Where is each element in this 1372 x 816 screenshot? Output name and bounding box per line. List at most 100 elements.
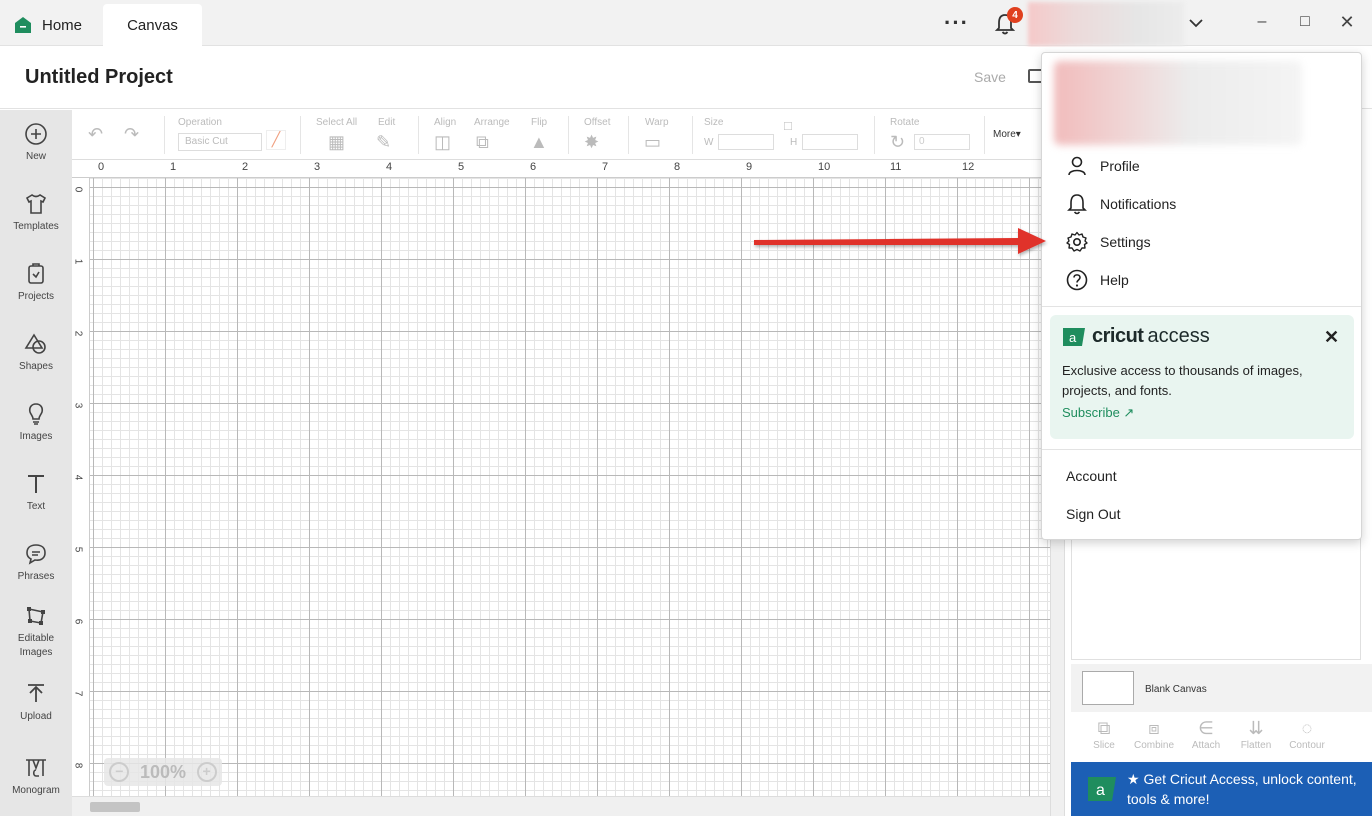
sidebar-item-monogram[interactable]: Monogram	[0, 756, 72, 798]
operation-select[interactable]: Basic Cut	[178, 133, 262, 151]
combine-icon: ⧈	[1148, 718, 1160, 738]
sidebar-item-label: Monogram	[12, 785, 60, 796]
sidebar-item-templates[interactable]: Templates	[0, 192, 72, 234]
toolbar-divider	[692, 116, 693, 154]
align-label: Align	[434, 117, 457, 128]
tab-home-label: Home	[42, 16, 83, 34]
more-options-icon[interactable]: ···	[944, 10, 969, 36]
sidebar-item-editable-images[interactable]: Editable Images	[0, 604, 72, 660]
ruler-tick-label: 5	[72, 546, 84, 553]
slice-label: Slice	[1093, 740, 1115, 751]
paperclip-icon: ∈	[1198, 718, 1214, 738]
width-input[interactable]	[718, 134, 774, 150]
select-all-icon[interactable]: ▦	[328, 132, 345, 153]
more-toolbar-button[interactable]: More▾	[993, 129, 1021, 140]
flatten-icon: ⇊	[1248, 718, 1264, 738]
user-account-blurred[interactable]	[1028, 2, 1184, 46]
blank-canvas-row[interactable]: Blank Canvas	[1071, 664, 1372, 712]
zoom-out-button[interactable]: −	[109, 762, 130, 782]
tab-canvas[interactable]: Canvas	[103, 4, 202, 46]
lock-icon[interactable]: □	[784, 118, 792, 133]
combine-button[interactable]: ⧈ Combine	[1129, 718, 1179, 751]
scrollbar-thumb[interactable]	[90, 802, 140, 812]
speech-bubble-icon	[26, 544, 46, 565]
menu-divider	[1042, 306, 1361, 307]
align-icon[interactable]: ◫	[434, 132, 451, 153]
ruler-tick-label: 0	[72, 186, 84, 193]
warp-icon[interactable]: ▭	[644, 132, 661, 153]
sidebar-item-label: Phrases	[17, 571, 55, 582]
maximize-button[interactable]: □	[1295, 10, 1315, 34]
rotate-icon[interactable]: ↻	[890, 132, 905, 153]
sidebar-item-new[interactable]: New	[0, 122, 72, 164]
slice-button[interactable]: ⧉ Slice	[1079, 718, 1129, 751]
undo-icon[interactable]: ↶	[88, 124, 103, 145]
sidebar-item-shapes[interactable]: Shapes	[0, 332, 72, 374]
menu-item-settings[interactable]: Settings	[1066, 230, 1151, 254]
promo-text-content: Get Cricut Access, unlock content, tools…	[1127, 771, 1357, 807]
offset-icon[interactable]: ✸	[584, 132, 599, 153]
sidebar-item-label: New	[25, 151, 46, 162]
save-button[interactable]: Save	[974, 69, 1006, 85]
chevron-down-icon[interactable]	[1188, 15, 1204, 31]
menu-item-profile[interactable]: Profile	[1066, 154, 1140, 178]
edit-icon[interactable]: ✎	[376, 132, 391, 153]
project-title[interactable]: Untitled Project	[25, 66, 173, 89]
height-label: H	[790, 137, 798, 148]
blank-canvas-label: Blank Canvas	[1145, 684, 1207, 695]
combine-label: Combine	[1133, 740, 1175, 751]
redo-icon[interactable]: ↷	[124, 124, 139, 145]
sidebar-item-text[interactable]: Text	[0, 472, 72, 514]
ruler-tick-label: 6	[530, 161, 537, 173]
edit-label: Edit	[378, 117, 396, 128]
flatten-button[interactable]: ⇊ Flatten	[1231, 718, 1281, 751]
attach-label: Attach	[1191, 740, 1221, 751]
close-icon[interactable]: ✕	[1324, 327, 1339, 348]
arrange-icon[interactable]: ⧉	[476, 132, 489, 153]
close-window-button[interactable]: ✕	[1337, 10, 1357, 34]
contour-label: Contour	[1289, 740, 1325, 751]
cricut-access-logo: a cricut access	[1062, 325, 1210, 348]
menu-divider	[1042, 449, 1361, 450]
sidebar-item-upload[interactable]: Upload	[0, 682, 72, 724]
ruler-tick-label: 5	[458, 161, 465, 173]
attach-button[interactable]: ∈ Attach	[1181, 718, 1231, 751]
minimize-button[interactable]: –	[1252, 10, 1272, 34]
height-input[interactable]	[802, 134, 858, 150]
user-profile-blurred	[1054, 61, 1302, 145]
monogram-icon	[26, 759, 46, 777]
sidebar-item-label: Projects	[17, 291, 55, 302]
pen-color-icon[interactable]: ╱	[266, 130, 286, 150]
menu-item-account[interactable]: Account	[1066, 468, 1117, 484]
ruler-tick-label: 1	[170, 161, 177, 173]
sidebar-item-projects[interactable]: Projects	[0, 262, 72, 304]
vector-edit-icon	[27, 607, 45, 625]
zoom-in-button[interactable]: +	[196, 762, 217, 782]
help-icon	[1066, 269, 1088, 291]
shapes-icon	[24, 333, 46, 354]
ruler-left: 0 1 2 3 4 5 6 7 8	[72, 178, 90, 796]
sidebar-item-label: Templates	[13, 221, 59, 232]
ruler-tick-label: 4	[72, 474, 84, 481]
rotate-input[interactable]: 0	[914, 134, 970, 150]
person-icon	[1068, 156, 1086, 176]
warp-label: Warp	[645, 117, 669, 128]
sidebar-item-phrases[interactable]: Phrases	[0, 542, 72, 584]
toolbar-divider	[164, 116, 165, 154]
access-description: Exclusive access to thousands of images,…	[1062, 363, 1303, 398]
projects-icon	[28, 263, 44, 284]
subscribe-link[interactable]: Subscribe ↗	[1062, 405, 1134, 421]
cricut-access-promo-banner[interactable]: a ★ Get Cricut Access, unlock content, t…	[1071, 762, 1372, 816]
sidebar-item-label: Text	[26, 501, 46, 512]
menu-item-help[interactable]: Help	[1066, 268, 1129, 292]
menu-item-sign-out[interactable]: Sign Out	[1066, 506, 1120, 522]
layer-actions-bar: ⧉ Slice ⧈ Combine ∈ Attach ⇊ Flatten ◌ C…	[1071, 712, 1372, 762]
design-canvas[interactable]	[90, 178, 1050, 796]
menu-item-notifications[interactable]: Notifications	[1066, 192, 1176, 216]
tab-home[interactable]: Home	[14, 4, 82, 46]
contour-button[interactable]: ◌ Contour	[1282, 718, 1332, 751]
sidebar-item-images[interactable]: Images	[0, 402, 72, 444]
home-icon	[15, 17, 31, 33]
flip-icon[interactable]: ▲	[530, 132, 548, 153]
horizontal-scrollbar[interactable]	[72, 796, 1050, 816]
